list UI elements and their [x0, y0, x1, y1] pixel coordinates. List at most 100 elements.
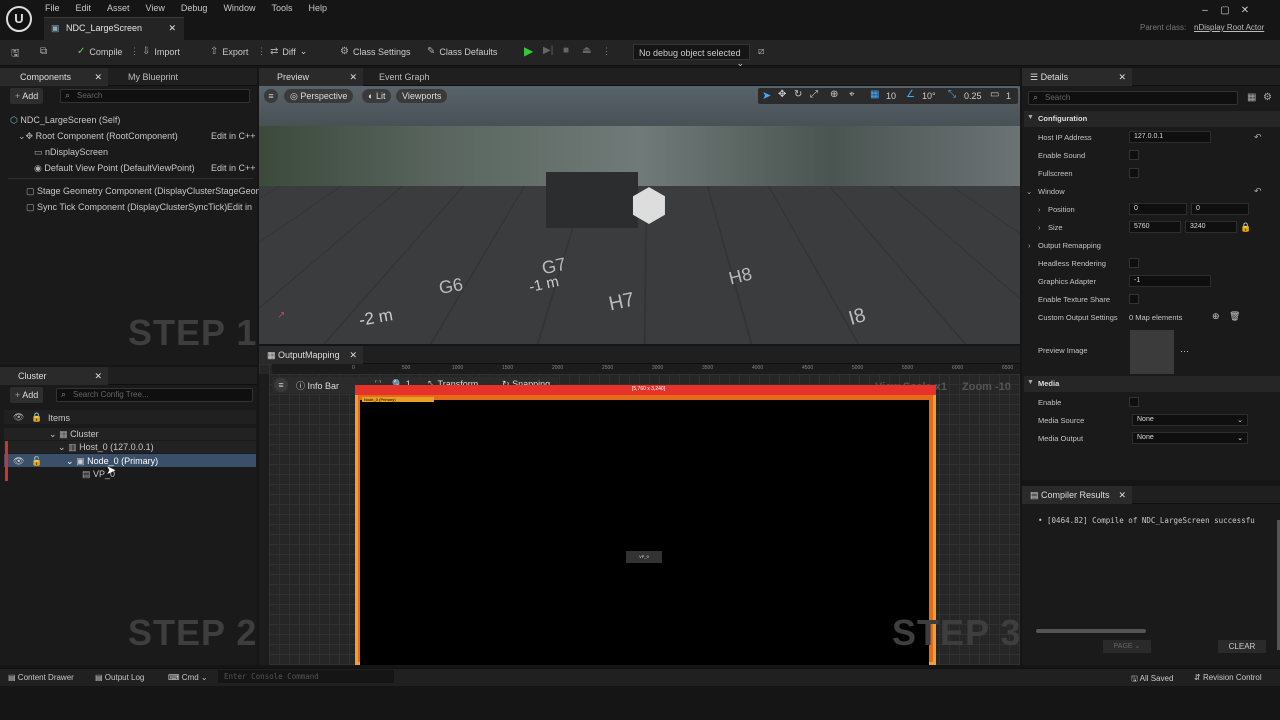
media-source-select[interactable]: None ⌄: [1132, 414, 1248, 426]
preview-image-thumbnail[interactable]: [1130, 330, 1174, 374]
page-select[interactable]: PAGE ⌄: [1103, 640, 1151, 653]
cmd-select[interactable]: ⌨ Cmd ⌄: [168, 673, 208, 682]
host-ip-input[interactable]: 127.0.0.1: [1129, 131, 1211, 143]
tree-item-cluster[interactable]: ⌄ ▦ Cluster: [49, 429, 99, 440]
tab-compiler-results[interactable]: ▤ Compiler Results ✕: [1022, 486, 1132, 504]
rotation-snap-icon[interactable]: ∠: [906, 89, 915, 100]
maximize-icon[interactable]: ▢: [1215, 5, 1235, 16]
menu-debug[interactable]: Debug: [181, 3, 208, 13]
graphics-adapter-input[interactable]: -1: [1129, 275, 1211, 287]
export-button[interactable]: ⇧ Export: [210, 46, 248, 57]
perspective-button[interactable]: ◎ Perspective: [284, 89, 354, 103]
menu-edit[interactable]: Edit: [76, 3, 92, 13]
add-element-icon[interactable]: ⊕: [1212, 311, 1220, 322]
camera-speed-icon[interactable]: ▭: [990, 89, 999, 100]
compile-button[interactable]: ✓ Compile: [77, 46, 122, 57]
play-options-icon[interactable]: ⋮: [602, 46, 611, 57]
menu-help[interactable]: Help: [308, 3, 327, 13]
stop-icon[interactable]: ■: [563, 45, 569, 56]
edit-in-cpp-link[interactable]: Edit in C++: [211, 163, 256, 173]
export-options-icon[interactable]: ⋮: [257, 46, 266, 57]
enable-sound-checkbox[interactable]: [1129, 150, 1139, 160]
headless-rendering-checkbox[interactable]: [1129, 258, 1139, 268]
grid-snap-icon[interactable]: ▦: [870, 89, 879, 100]
tab-preview[interactable]: Preview ✕: [259, 68, 363, 86]
position-x-input[interactable]: 0: [1129, 203, 1187, 215]
eye-icon[interactable]: 👁: [13, 412, 24, 423]
clear-button[interactable]: CLEAR: [1218, 640, 1266, 653]
class-settings-button[interactable]: ⚙ Class Settings: [340, 46, 411, 57]
translate-icon[interactable]: ✥: [778, 89, 786, 100]
component-ndisplay-screen[interactable]: ▭ nDisplayScreen: [34, 147, 108, 158]
lock-icon[interactable]: 🔒: [31, 412, 42, 423]
viewport-menu-icon[interactable]: ≡: [264, 89, 278, 103]
eye-icon[interactable]: 👁: [13, 456, 24, 467]
components-search-input[interactable]: Search: [60, 89, 250, 103]
save-icon[interactable]: 🖫: [11, 46, 20, 63]
grid-view-icon[interactable]: ▦: [1247, 92, 1256, 103]
surface-snap-icon[interactable]: ⌖: [849, 89, 855, 100]
revision-control-button[interactable]: ⇵ Revision Control: [1194, 673, 1262, 682]
minimize-icon[interactable]: –: [1195, 5, 1215, 16]
debug-object-select[interactable]: No debug object selected ⌄: [633, 44, 750, 68]
section-configuration[interactable]: Configuration: [1024, 111, 1280, 127]
tab-my-blueprint[interactable]: My Blueprint: [110, 68, 186, 86]
menu-file[interactable]: File: [45, 3, 60, 13]
position-y-input[interactable]: 0: [1191, 203, 1249, 215]
browse-icon[interactable]: ⧉: [40, 46, 47, 57]
all-saved-button[interactable]: 🖫 All Saved: [1131, 673, 1173, 687]
component-root[interactable]: ⌄✥ Root Component (RootComponent): [18, 131, 178, 142]
document-tab[interactable]: ▣ NDC_LargeScreen ✕: [44, 17, 184, 40]
close-icon[interactable]: ✕: [349, 350, 357, 361]
output-log-button[interactable]: ▤ Output Log: [95, 673, 144, 682]
tab-event-graph[interactable]: Event Graph: [367, 68, 438, 86]
lit-button[interactable]: ◐ Lit: [362, 89, 392, 103]
info-bar-toggle[interactable]: ⓘ Info Bar: [296, 379, 339, 392]
close-icon[interactable]: ✕: [94, 371, 102, 382]
unreal-logo-icon[interactable]: U: [6, 6, 32, 32]
parent-class-link[interactable]: nDisplay Root Actor: [1194, 23, 1264, 32]
play-icon[interactable]: ▶: [524, 44, 533, 58]
debug-filter-icon[interactable]: ⧄: [758, 46, 764, 57]
console-input[interactable]: Enter Console Command: [218, 670, 394, 683]
media-output-select[interactable]: None ⌄: [1132, 432, 1248, 444]
add-component-button[interactable]: + Add: [10, 88, 44, 104]
window-group[interactable]: ⌄ Window: [1026, 187, 1065, 196]
component-sync-tick[interactable]: ▢ Sync Tick Component (DisplayClusterSyn…: [26, 202, 227, 213]
tree-item-host[interactable]: ⌄ ▥ Host_0 (127.0.0.1): [58, 442, 154, 453]
lock-ratio-icon[interactable]: 🔒: [1240, 222, 1251, 233]
trash-icon[interactable]: 🗑: [1229, 311, 1240, 322]
fullscreen-checkbox[interactable]: [1129, 168, 1139, 178]
menu-view[interactable]: View: [146, 3, 165, 13]
add-cluster-item-button[interactable]: + Add: [10, 387, 44, 403]
scale-icon[interactable]: ⤢: [810, 89, 818, 100]
reset-icon[interactable]: ↶: [1254, 186, 1262, 197]
edit-in-cpp-link[interactable]: Edit in: [227, 202, 252, 212]
close-icon[interactable]: ✕: [94, 72, 102, 83]
world-space-icon[interactable]: ⊕: [830, 89, 838, 100]
camera-speed-value[interactable]: 1: [1006, 91, 1011, 101]
tab-output-mapping[interactable]: ▦ OutputMapping ✕: [259, 346, 363, 364]
close-icon[interactable]: ✕: [1118, 72, 1126, 83]
position-group[interactable]: › Position: [1038, 205, 1075, 214]
scale-snap-value[interactable]: 0.25: [964, 91, 982, 101]
step-icon[interactable]: ▶|: [543, 45, 553, 56]
menu-asset[interactable]: Asset: [107, 3, 130, 13]
size-height-input[interactable]: 3240: [1185, 221, 1237, 233]
preview-viewport[interactable]: ⬢ G7 H8 G6 H7 I8 -1 m -2 m ↗: [259, 86, 1020, 344]
menu-window[interactable]: Window: [223, 3, 255, 13]
compile-options-icon[interactable]: ⋮: [130, 46, 139, 57]
eject-icon[interactable]: ⏏: [582, 45, 591, 56]
camera-view-point-icon[interactable]: ⬢: [621, 178, 677, 234]
close-icon[interactable]: ✕: [1118, 490, 1126, 501]
class-defaults-button[interactable]: ✎ Class Defaults: [427, 46, 497, 57]
rotate-icon[interactable]: ↻: [794, 89, 802, 100]
grid-snap-value[interactable]: 10: [886, 91, 896, 101]
component-default-view-point[interactable]: ◉ Default View Point (DefaultViewPoint): [34, 163, 195, 174]
size-width-input[interactable]: 5760: [1129, 221, 1181, 233]
menu-tools[interactable]: Tools: [271, 3, 292, 13]
reset-icon[interactable]: ↶: [1254, 132, 1262, 143]
texture-share-checkbox[interactable]: [1129, 294, 1139, 304]
scale-snap-icon[interactable]: ⤡: [948, 89, 956, 100]
more-options-icon[interactable]: ⋯: [1180, 346, 1189, 357]
